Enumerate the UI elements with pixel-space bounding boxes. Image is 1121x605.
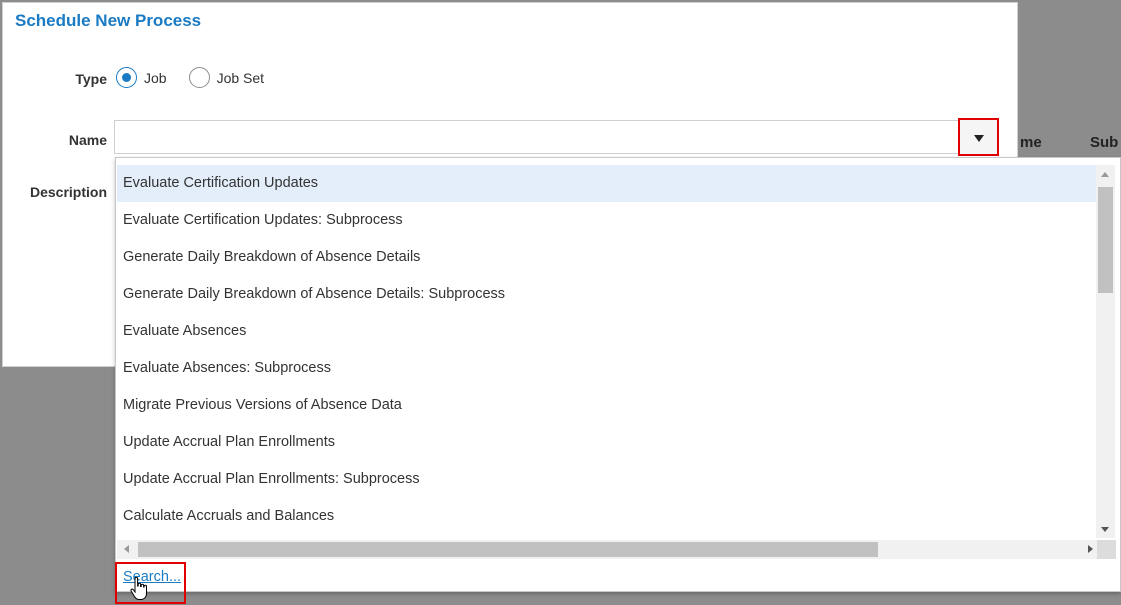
radio-checked-icon[interactable]: [116, 67, 137, 88]
list-item[interactable]: Migrate Previous Versions of Absence Dat…: [117, 387, 1097, 424]
list-item[interactable]: Generate Daily Breakdown of Absence Deta…: [117, 239, 1097, 276]
radio-unchecked-icon[interactable]: [188, 67, 210, 88]
list-item[interactable]: Evaluate Absences: Subprocess: [117, 350, 1097, 387]
horizontal-scroll-thumb[interactable]: [138, 542, 878, 557]
name-label: Name: [68, 132, 107, 148]
list-item[interactable]: Generate Daily Breakdown of Absence Deta…: [117, 276, 1097, 313]
background-column-header: Sub: [1090, 134, 1119, 151]
scroll-right-arrow-icon[interactable]: [1088, 545, 1093, 553]
type-label: Type: [75, 71, 107, 87]
scroll-left-arrow-icon[interactable]: [124, 545, 129, 553]
list-item[interactable]: Evaluate Absences: [117, 313, 1097, 350]
scroll-down-arrow-icon[interactable]: [1101, 527, 1109, 532]
scrollbar-corner: [1097, 540, 1116, 559]
description-label: Description: [29, 184, 107, 200]
name-input[interactable]: [114, 120, 996, 154]
list-item[interactable]: Calculate Accruals and Balances: [117, 498, 1097, 535]
name-dropdown-list: Evaluate Certification Updates Evaluate …: [115, 157, 1121, 592]
scroll-up-arrow-icon[interactable]: [1101, 172, 1109, 177]
type-radio-job[interactable]: Job: [116, 67, 167, 88]
type-radio-group: Job Job Set: [116, 67, 286, 88]
background-column-header: me: [1020, 134, 1042, 151]
name-dropdown-button[interactable]: [958, 118, 999, 156]
radio-label-job-set: Job Set: [216, 69, 265, 86]
hand-pointer-icon: [130, 577, 147, 600]
radio-label-job: Job: [144, 69, 167, 86]
horizontal-scrollbar[interactable]: [117, 540, 1097, 559]
vertical-scrollbar[interactable]: [1096, 165, 1115, 538]
dropdown-items: Evaluate Certification Updates Evaluate …: [117, 165, 1097, 535]
list-item[interactable]: Evaluate Certification Updates: Subproce…: [117, 202, 1097, 239]
list-item[interactable]: Update Accrual Plan Enrollments: [117, 424, 1097, 461]
vertical-scroll-thumb[interactable]: [1098, 187, 1113, 293]
list-item[interactable]: Update Accrual Plan Enrollments: Subproc…: [117, 461, 1097, 498]
dialog-title: Schedule New Process: [15, 11, 202, 30]
triangle-down-icon: [974, 135, 984, 142]
list-item[interactable]: Evaluate Certification Updates: [117, 165, 1097, 202]
type-radio-job-set[interactable]: Job Set: [188, 67, 265, 88]
